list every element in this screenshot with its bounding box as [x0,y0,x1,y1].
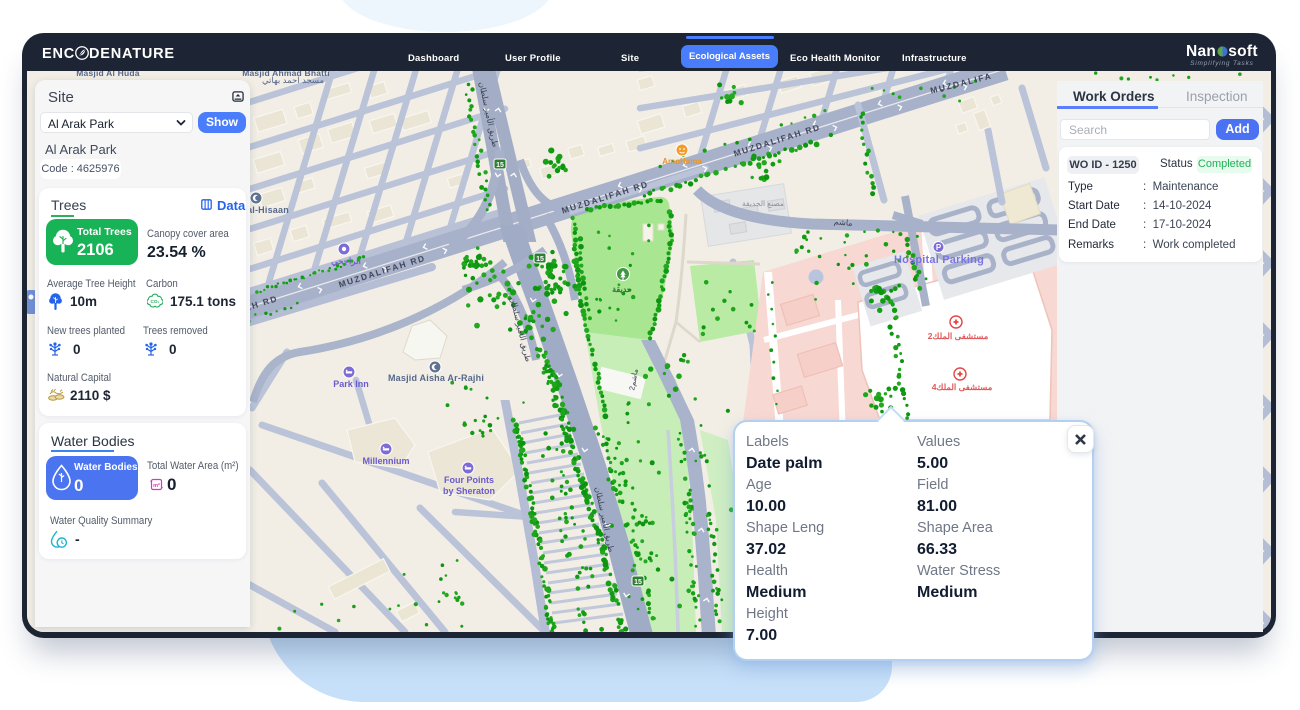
svg-text:AmoHama: AmoHama [662,157,702,166]
svg-text:15: 15 [496,162,504,169]
svg-text:Masjid Aisha Ar-Rajhi: Masjid Aisha Ar-Rajhi [388,373,484,383]
svg-text:15: 15 [536,256,544,263]
svg-text:CO₂: CO₂ [151,299,160,304]
svg-text:الراجحي: الراجحي [331,256,361,267]
svg-text:Hospital Parking: Hospital Parking [894,254,984,266]
svg-text:15: 15 [634,579,642,586]
svg-text:m²: m² [153,482,160,489]
svg-text:مسجد احمد بهاتي: مسجد احمد بهاتي [262,75,325,86]
svg-text:مصنع الجديقة: مصنع الجديقة [742,199,784,208]
svg-text:P: P [936,243,942,252]
svg-text:مستشفى الملك4: مستشفى الملك4 [932,382,993,392]
svg-text:Millennium: Millennium [363,456,410,466]
svg-text:Park Inn: Park Inn [333,379,369,389]
svg-text:Masjid Al Huda: Masjid Al Huda [76,71,139,78]
svg-text:Four Points: Four Points [444,475,494,485]
svg-text:by Sheraton: by Sheraton [443,486,495,496]
svg-text:حديقة: حديقة [612,285,632,294]
svg-text:مستشفى الملك2: مستشفى الملك2 [928,331,989,341]
svg-text:al-Hisaan: al-Hisaan [247,205,289,215]
